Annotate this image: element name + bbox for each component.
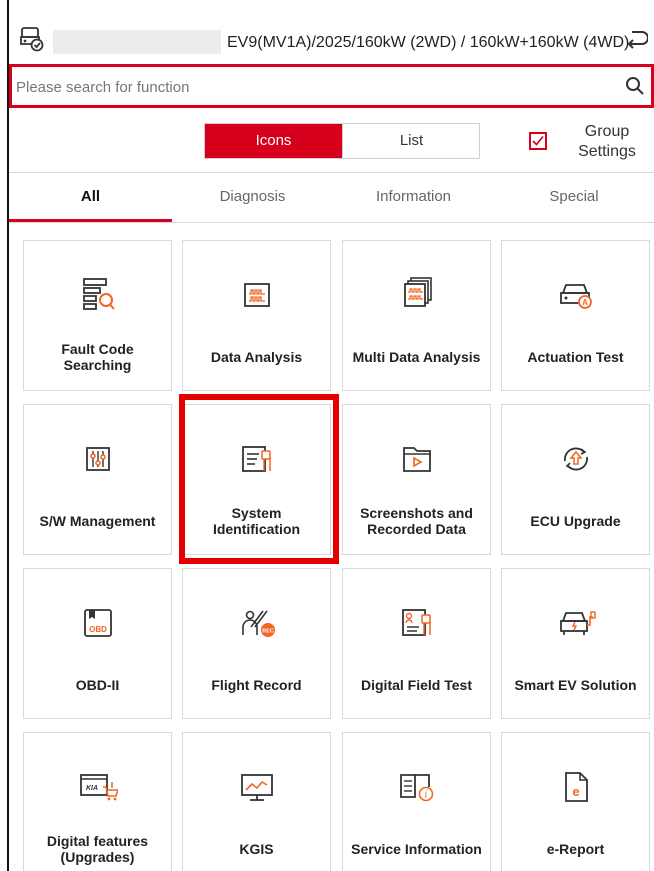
group-settings-checkbox[interactable] (529, 132, 547, 150)
icons-view-button[interactable]: Icons (205, 124, 342, 158)
tile-system-identification[interactable]: System Identification (182, 404, 331, 555)
tile-fault-code-searching[interactable]: Fault Code Searching (23, 240, 172, 391)
tile-service-information[interactable]: i Service Information (342, 732, 491, 871)
tile-label: Actuation Test (527, 349, 624, 365)
tile-label: ECU Upgrade (530, 513, 621, 529)
tile-e-report[interactable]: e e-Report (501, 732, 650, 871)
tile-label: Digital features (Upgrades) (46, 833, 149, 865)
sw-management-icon (85, 447, 110, 471)
tile-actuation-test[interactable]: A Actuation Test (501, 240, 650, 391)
svg-text:i: i (424, 791, 427, 801)
tile-data-analysis[interactable]: Data Analysis (182, 240, 331, 391)
vin-field (53, 30, 221, 54)
list-view-button[interactable]: List (342, 124, 480, 158)
kgis-monitor-icon (240, 774, 273, 801)
vehicle-model-text: EV9(MV1A)/2025/160kW (2WD) / 160kW+160kW… (227, 34, 630, 51)
tile-label: KGIS (239, 841, 274, 857)
multi-data-analysis-icon (403, 277, 432, 307)
tile-ecu-upgrade[interactable]: ECU Upgrade (501, 404, 650, 555)
tab-special[interactable]: Special (494, 173, 654, 221)
svg-text:KIA: KIA (85, 785, 97, 792)
tile-screenshots-recorded-data[interactable]: Screenshots and Recorded Data (342, 404, 491, 555)
tile-label: OBD-II (75, 677, 120, 693)
rec-badge-text: REC (262, 629, 274, 635)
tile-obd-ii[interactable]: OBD OBD-II (23, 568, 172, 719)
tab-all[interactable]: All (9, 173, 172, 222)
tab-diagnosis[interactable]: Diagnosis (172, 173, 333, 221)
tile-smart-ev-solution[interactable]: Smart EV Solution (501, 568, 650, 719)
service-info-book-icon: i (399, 774, 433, 802)
tile-sw-management[interactable]: S/W Management (23, 404, 172, 555)
digital-field-test-icon (401, 609, 431, 636)
tile-label: Fault Code Searching (61, 341, 134, 373)
actuation-test-icon: A (559, 284, 592, 309)
tab-information[interactable]: Information (333, 173, 494, 221)
tile-label: Smart EV Solution (514, 677, 637, 693)
obd-icon-text: OBD (89, 625, 107, 634)
tile-label: Flight Record (211, 677, 302, 693)
app-window: EV9(MV1A)/2025/160kW (2WD) / 160kW+160kW… (7, 0, 654, 871)
tile-label: Digital Field Test (361, 677, 472, 693)
tile-label: e-Report (546, 841, 605, 857)
tile-label: Data Analysis (210, 349, 303, 365)
svg-text:A: A (582, 298, 588, 307)
tile-kgis[interactable]: KGIS (182, 732, 331, 871)
search-input[interactable] (12, 67, 618, 107)
digital-features-cart-icon: KIA (79, 774, 118, 801)
car-check-icon[interactable] (19, 26, 45, 52)
tile-label: Multi Data Analysis (352, 349, 481, 365)
smart-ev-icon (559, 611, 596, 635)
search-icon[interactable] (625, 76, 645, 96)
group-settings-label: Group Settings (578, 123, 636, 160)
tile-digital-features[interactable]: KIA Digital features (Upgrades) (23, 732, 172, 871)
tile-label: System Identification (212, 505, 301, 537)
tile-label: Service Information (351, 841, 482, 857)
vehicle-header: EV9(MV1A)/2025/160kW (2WD) / 160kW+160kW… (9, 14, 654, 60)
ecu-upgrade-icon (563, 447, 588, 471)
e-report-icon: e (564, 772, 588, 802)
data-analysis-icon (243, 283, 270, 307)
tile-multi-data-analysis[interactable]: Multi Data Analysis (342, 240, 491, 391)
obd-icon: OBD (83, 609, 112, 637)
e-report-icon-text: e (572, 784, 579, 799)
group-settings[interactable]: Group Settings (529, 122, 649, 164)
fault-code-search-icon (82, 278, 115, 310)
search-bar (9, 64, 654, 108)
tile-digital-field-test[interactable]: Digital Field Test (342, 568, 491, 719)
system-identification-icon (241, 446, 271, 472)
tile-label: Screenshots and Recorded Data (360, 505, 473, 537)
tile-label: S/W Management (39, 513, 156, 529)
tile-flight-record[interactable]: REC Flight Record (182, 568, 331, 719)
screenshots-folder-icon (402, 447, 431, 472)
flight-record-icon: REC (241, 610, 275, 637)
return-arrow-icon[interactable] (626, 28, 648, 52)
check-icon (532, 135, 544, 146)
view-mode-toggle: Icons List (204, 123, 480, 159)
category-tabs: All Diagnosis Information Special (9, 173, 654, 223)
